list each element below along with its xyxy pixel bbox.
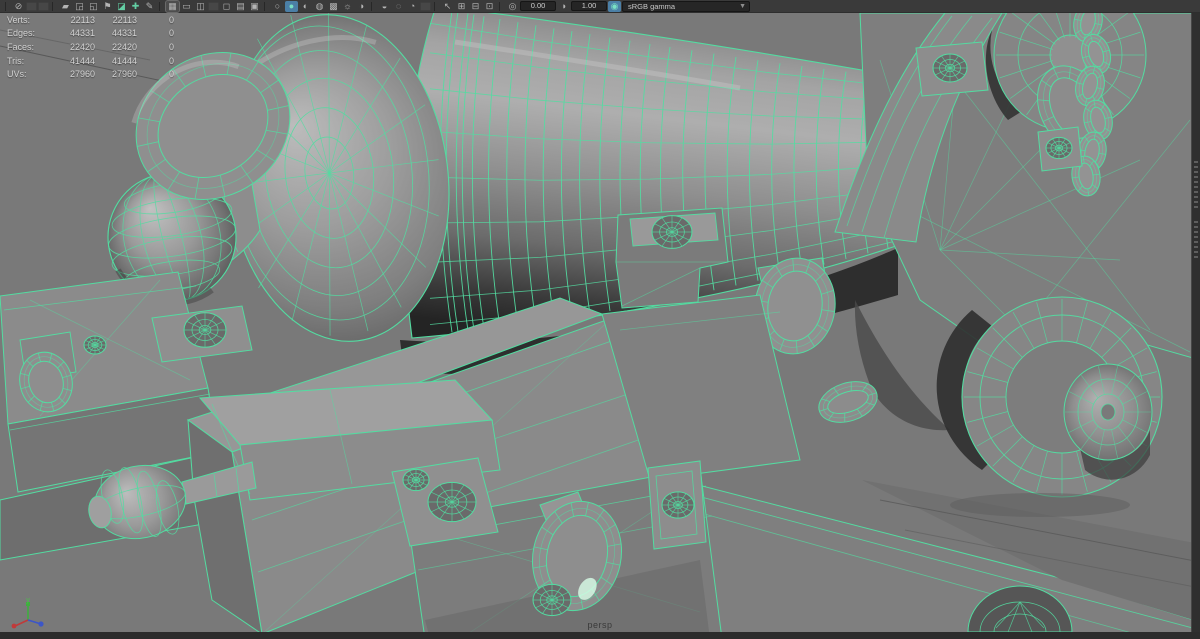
toolbar-separator (5, 1, 9, 11)
exposure-field[interactable]: 0.00 (520, 1, 556, 11)
hud-faces-total: 22420 (69, 41, 95, 52)
use-lights-icon[interactable]: ☼ (341, 1, 354, 12)
hud-row-verts: Verts: 22113 22113 0 (7, 13, 174, 27)
hud-uvs-selected: 0 (168, 69, 174, 80)
gamma-field[interactable]: 1.00 (571, 1, 607, 11)
hud-edges-total: 44331 (69, 28, 95, 39)
pencil-icon[interactable]: ✎ (143, 1, 156, 12)
viewport-3d[interactable] (0, 0, 1200, 639)
multisample-icon[interactable]: ◔ (406, 1, 419, 12)
hud-faces-label: Faces: (7, 41, 35, 52)
camera-roll-3d-icon[interactable]: ◱ (87, 1, 100, 12)
camera-name-label: persp (587, 620, 613, 630)
toolbar-empty-slot (26, 1, 37, 11)
select-region-icon[interactable]: ↖ (441, 1, 454, 12)
hud-verts-selected-obj: 22113 (112, 14, 137, 25)
right-panel-tab-strip[interactable] (1191, 13, 1200, 632)
bookmark-icon[interactable]: ⚑ (101, 1, 114, 12)
hud-tris-selected: 0 (168, 55, 174, 66)
toolbar-separator (159, 1, 163, 11)
film-gate-icon[interactable]: ▭ (180, 1, 193, 12)
hud-tris-total: 41444 (69, 55, 95, 66)
chevron-down-icon: ▼ (739, 2, 746, 10)
view-axis-gizmo: y (11, 597, 44, 629)
hud-uvs-total: 27960 (69, 69, 95, 80)
pane-toggle-icon[interactable]: ⊡ (483, 1, 496, 12)
hud-edges-label: Edges: (7, 28, 36, 39)
maya-window: ⊘ ▰ ◲ ◱ ⚑ ◪ ✚ ✎ ▦ ▭ ◫ ◻ ▤ ▣ ○ ● ◐ ◍ ▩ ☼ ◑ ◒ ◌ ◔ ↖ ⊞ ⊟ ⊡ ◎ 0.00 ◑ 1.00 ◉ s… (0, 0, 1200, 639)
cheek-bolt-plate (915, 41, 989, 97)
wireframe-display-icon[interactable]: ○ (271, 1, 284, 12)
hud-uvs-selected-obj: 27960 (111, 69, 137, 80)
camcorder-icon[interactable]: ▰ (59, 1, 72, 12)
hud-faces-selected-obj: 22420 (111, 41, 137, 52)
shadows-icon[interactable]: ◑ (355, 1, 368, 12)
hud-uvs-label: UVs: (7, 69, 27, 80)
toolbar-empty-slot (208, 1, 219, 11)
field-chart-icon[interactable]: ▤ (234, 1, 247, 12)
axis-z-cap (38, 621, 44, 627)
toolbar-separator (434, 1, 438, 11)
hud-tris-selected-obj: 41444 (111, 55, 137, 66)
toolbar-separator (52, 1, 56, 11)
hud-verts-total: 22113 (70, 14, 95, 25)
axis-x-cap (11, 623, 17, 629)
toolbar-separator (264, 1, 268, 11)
toolbar-separator (371, 1, 375, 11)
flat-shade-icon[interactable]: ◐ (299, 1, 312, 12)
hud-verts-label: Verts: (7, 14, 31, 25)
view-transform-dropdown[interactable]: sRGB gamma ▼ (622, 0, 750, 12)
safe-title-icon[interactable]: ▣ (248, 1, 261, 12)
textured-display-icon[interactable]: ◍ (313, 1, 326, 12)
axis-y-label: y (26, 597, 30, 604)
panel-tab-mark[interactable] (1194, 158, 1198, 210)
paste-layout-icon[interactable]: ⊟ (469, 1, 482, 12)
hud-edges-selected-obj: 44331 (111, 28, 137, 39)
motion-blur-icon[interactable]: ◌ (392, 1, 405, 12)
axis-x-line (14, 619, 29, 627)
smooth-shade-icon[interactable]: ● (285, 0, 298, 12)
hud-faces-selected: 0 (168, 41, 174, 52)
hud-edges-selected: 0 (168, 28, 174, 39)
viewport-bottom-edge (0, 632, 1200, 639)
camera-pan-2d-icon[interactable]: ◲ (73, 1, 86, 12)
grid-icon[interactable]: ▦ (165, 0, 180, 13)
contrast-icon[interactable]: ◑ (557, 1, 570, 12)
view-transform-icon[interactable]: ◉ (608, 0, 621, 12)
copy-layout-icon[interactable]: ⊞ (455, 1, 468, 12)
hud-verts-selected: 0 (168, 14, 174, 25)
move-manipulator-icon[interactable]: ✚ (129, 1, 142, 12)
isolate-select-icon[interactable]: ⊘ (12, 1, 25, 12)
hud-row-faces: Faces: 22420 22420 0 (7, 40, 174, 54)
resolution-gate-icon[interactable]: ◫ (194, 1, 207, 12)
gate-mask-icon[interactable]: ◻ (220, 1, 233, 12)
toolbar-separator (499, 1, 503, 11)
panel-toolbar: ⊘ ▰ ◲ ◱ ⚑ ◪ ✚ ✎ ▦ ▭ ◫ ◻ ▤ ▣ ○ ● ◐ ◍ ▩ ☼ ◑ ◒ ◌ ◔ ↖ ⊞ ⊟ ⊡ ◎ 0.00 ◑ 1.00 ◉ s… (0, 0, 1200, 13)
image-plane-icon[interactable]: ◪ (115, 1, 128, 12)
toolbar-empty-slot (420, 1, 431, 11)
poly-count-hud: Verts: 22113 22113 0 Edges: 44331 44331 … (7, 13, 174, 81)
toolbar-empty-slot (38, 1, 49, 11)
hud-row-tris: Tris: 41444 41444 0 (7, 54, 174, 68)
exposure-icon[interactable]: ◎ (506, 1, 519, 12)
hud-row-edges: Edges: 44331 44331 0 (7, 27, 174, 41)
hud-tris-label: Tris: (7, 55, 25, 66)
hud-row-uvs: UVs: 27960 27960 0 (7, 67, 174, 81)
panel-tab-mark[interactable] (1194, 218, 1198, 258)
cheek-bolt-plate (1037, 126, 1083, 172)
occlusion-icon[interactable]: ◒ (378, 1, 391, 12)
checker-display-icon[interactable]: ▩ (327, 1, 340, 12)
